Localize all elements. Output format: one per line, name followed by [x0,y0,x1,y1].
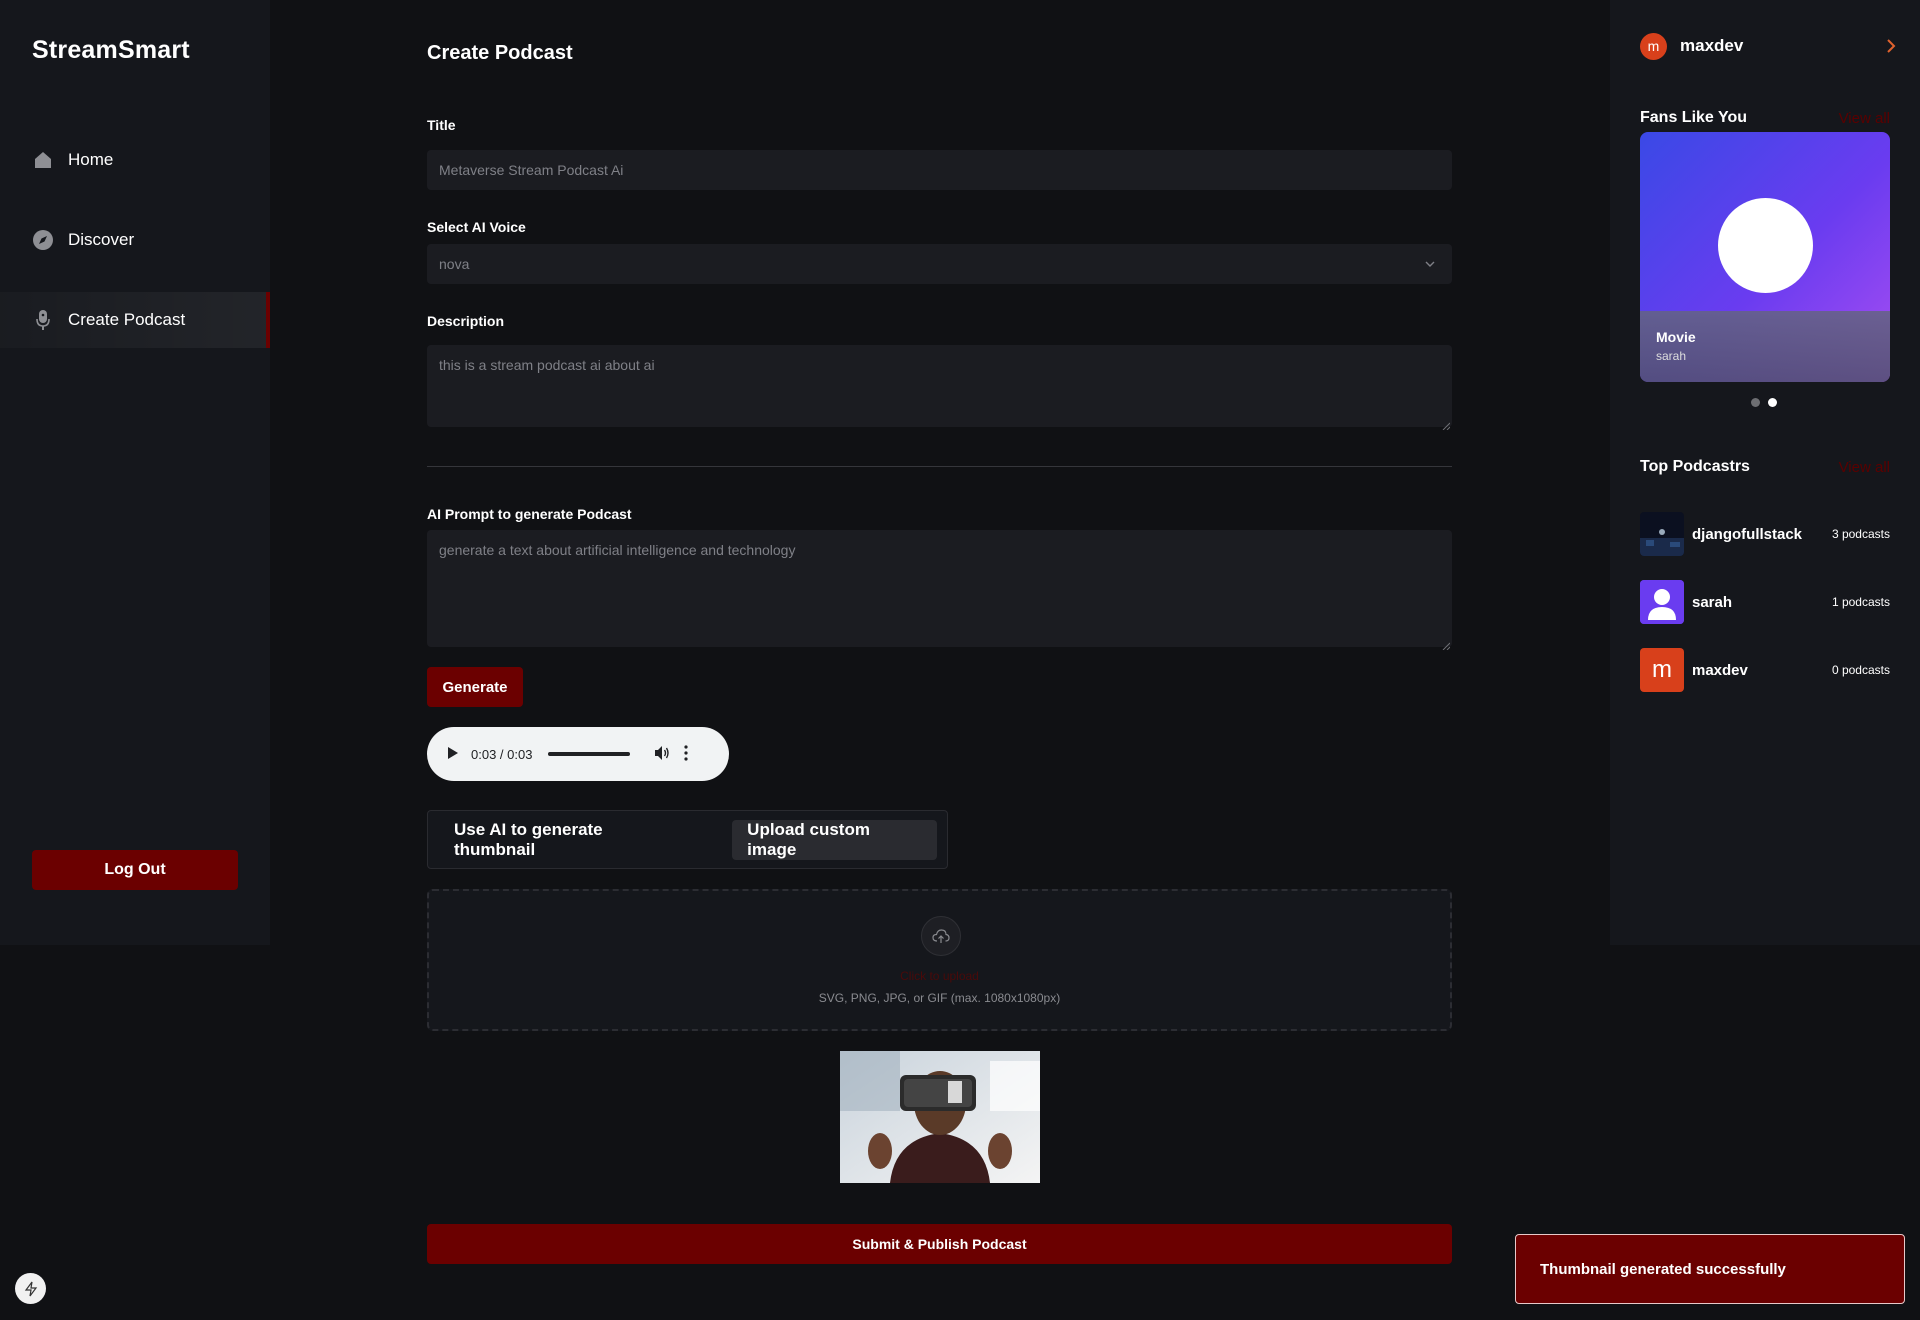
thumbnail-mode-toggle: Use AI to generate thumbnail Upload cust… [427,810,948,869]
upload-cloud-icon [921,916,961,956]
upload-image-option[interactable]: Upload custom image [732,819,937,860]
top-podcasters-title: Top Podcastrs [1640,458,1750,475]
carousel-dot-active[interactable] [1768,398,1777,407]
left-sidebar: StreamSmart Home Discover Create Podcast… [0,0,270,945]
title-input-value: Metaverse Stream Podcast Ai [439,162,624,178]
logout-button[interactable]: Log Out [32,850,238,890]
upload-hint: SVG, PNG, JPG, or GIF (max. 1080x1080px) [818,991,1061,1005]
click-to-upload-link[interactable]: Click to upload [429,969,1450,983]
podcaster-row[interactable]: djangofullstack 3 podcasts [1640,512,1890,556]
section-divider [427,466,1452,467]
prompt-textarea[interactable]: generate a text about artificial intelli… [427,530,1452,651]
more-options-icon[interactable] [684,744,689,764]
prompt-value: generate a text about artificial intelli… [439,542,796,558]
compass-icon [32,229,54,251]
image-dropzone[interactable]: Click to upload SVG, PNG, JPG, or GIF (m… [427,889,1452,1031]
fan-card-title: Movie [1656,329,1696,345]
podcaster-row[interactable]: sarah 1 podcasts [1640,580,1890,624]
top-podcasters-view-all-link[interactable]: View all [1839,459,1890,476]
audio-player: 0:03 / 0:03 [427,727,729,781]
voice-select[interactable]: nova [427,244,1452,284]
volume-icon[interactable] [654,745,670,764]
fans-view-all-link[interactable]: View all [1839,110,1890,127]
nav-item-home[interactable]: Home [0,132,270,188]
audio-time: 0:03 / 0:03 [471,746,533,762]
nav-item-label: Home [68,150,114,169]
podcaster-avatar [1640,512,1684,556]
nav-item-label: Create Podcast [68,310,186,329]
generated-thumbnail-image [840,1051,1040,1183]
nav-item-discover[interactable]: Discover [0,212,270,268]
podcaster-name: djangofullstack [1692,525,1803,543]
avatar: m [1640,32,1667,60]
fan-card-caption: Movie sarah [1640,311,1890,382]
ai-thumbnail-option[interactable]: Use AI to generate thumbnail [438,820,702,860]
description-value: this is a stream podcast ai about ai [439,357,655,373]
chevron-right-icon [1884,36,1898,56]
title-input[interactable]: Metaverse Stream Podcast Ai [427,150,1452,190]
submit-publish-button[interactable]: Submit & Publish Podcast [427,1224,1452,1264]
podcaster-row[interactable]: m maxdev 0 podcasts [1640,648,1890,692]
success-toast: Thumbnail generated successfully [1515,1234,1905,1304]
podcaster-count: 3 podcasts [1831,527,1890,541]
resize-grip-icon[interactable] [1442,417,1451,431]
resize-grip-icon[interactable] [1442,637,1451,651]
play-icon[interactable] [447,746,459,763]
carousel-dot[interactable] [1751,398,1760,407]
podcast-cover-image [1718,198,1813,293]
fans-title: Fans Like You [1640,109,1747,126]
brand-logo[interactable]: StreamSmart [32,36,190,65]
right-sidebar: m maxdev Fans Like You View all Movie sa… [1610,0,1920,945]
top-podcasters-header: Top Podcastrs View all [1640,458,1890,476]
profile-link[interactable]: m maxdev [1640,32,1898,60]
audio-progress-bar[interactable] [548,752,631,756]
fan-podcast-card[interactable]: Movie sarah [1640,132,1890,382]
fans-header: Fans Like You View all [1640,109,1890,127]
profile-name: maxdev [1680,36,1744,55]
page-title: Create Podcast [427,42,573,64]
home-icon [32,149,54,171]
voice-label: Select AI Voice [427,219,526,235]
podcaster-name: maxdev [1692,661,1748,679]
prompt-label: AI Prompt to generate Podcast [427,506,632,522]
nav-item-label: Discover [68,230,135,249]
bolt-icon[interactable] [15,1273,46,1304]
nav-item-create-podcast[interactable]: Create Podcast [0,292,270,348]
description-label: Description [427,313,505,329]
podcaster-avatar [1640,580,1684,624]
podcaster-count: 1 podcasts [1831,595,1890,609]
fan-card-author: sarah [1656,349,1687,363]
carousel-dots [1751,398,1777,407]
microphone-icon [32,309,54,331]
generate-button[interactable]: Generate [427,667,523,707]
podcaster-name: sarah [1692,593,1733,611]
podcaster-avatar: m [1640,648,1684,692]
podcaster-count: 0 podcasts [1831,663,1890,677]
toast-message: Thumbnail generated successfully [1540,1260,1786,1278]
description-textarea[interactable]: this is a stream podcast ai about ai [427,345,1452,431]
chevron-down-icon [1424,257,1436,273]
title-label: Title [427,117,456,133]
voice-select-value: nova [439,256,470,272]
